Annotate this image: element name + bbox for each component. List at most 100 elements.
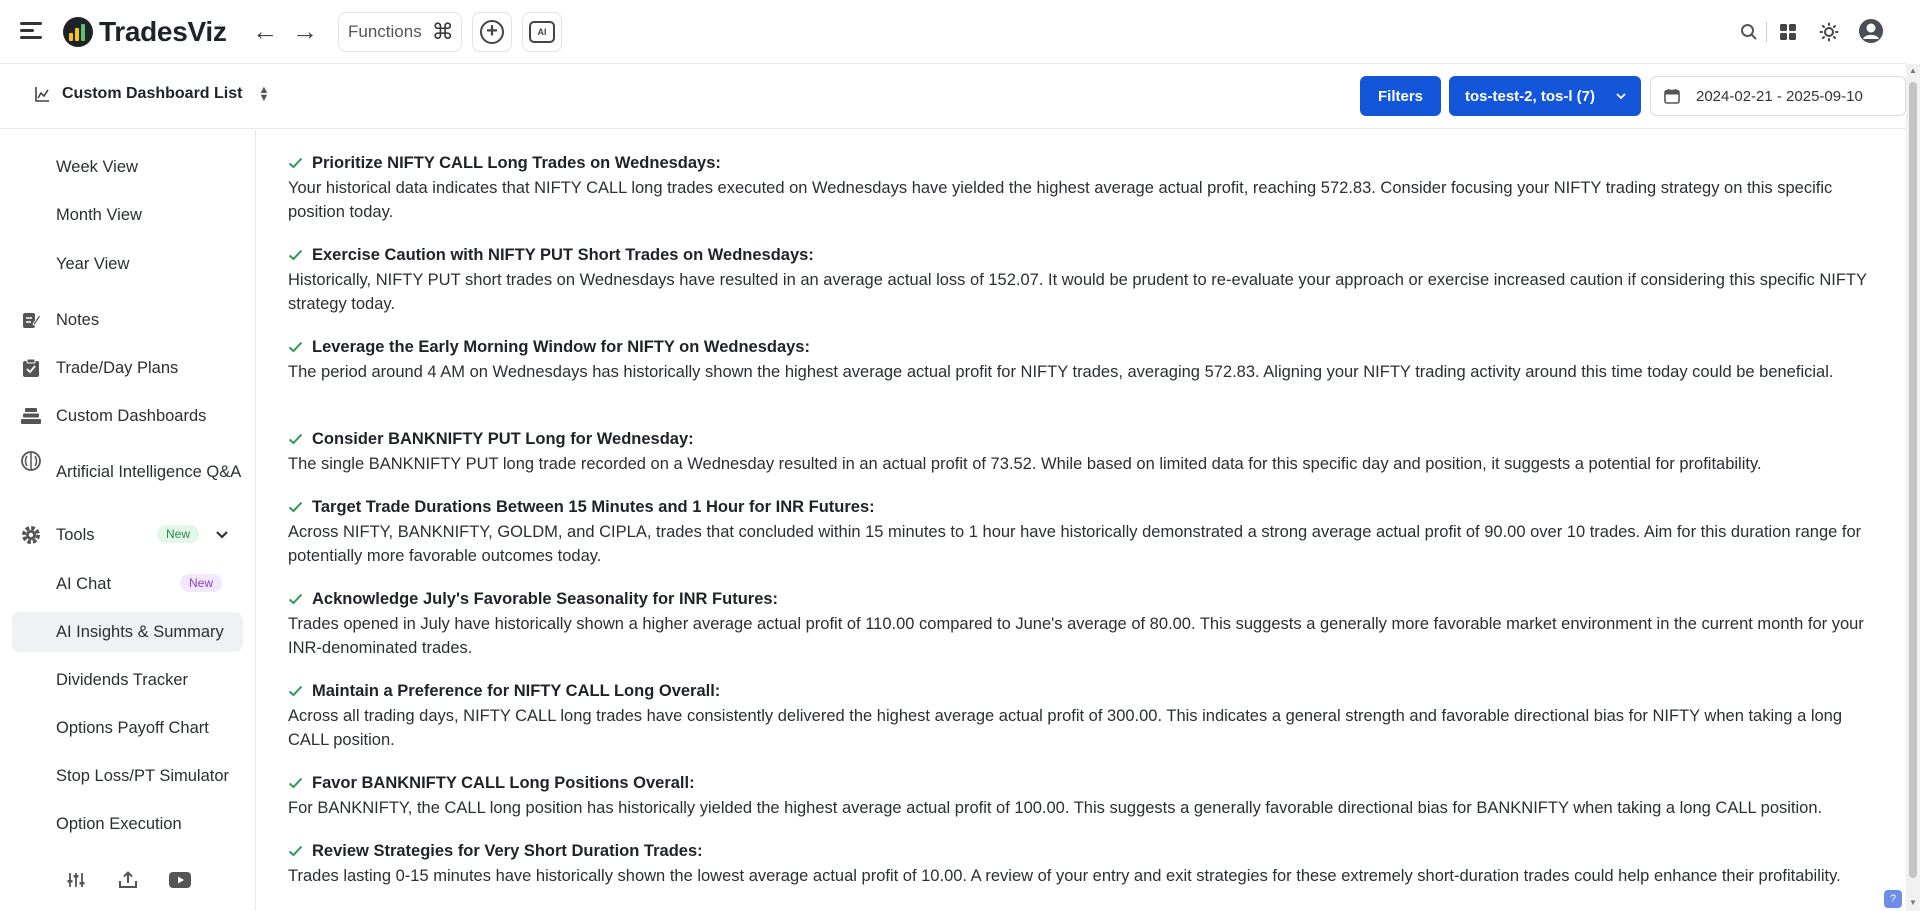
check-icon <box>288 433 303 445</box>
insight-title: Consider BANKNIFTY PUT Long for Wednesda… <box>312 429 694 448</box>
insight-body: Across all trading days, NIFTY CALL long… <box>288 707 1843 749</box>
insight-heading: Target Trade Durations Between 15 Minute… <box>288 496 1878 518</box>
new-badge: New <box>180 574 223 592</box>
sort-updown-icon: ▲ ▼ <box>258 84 270 104</box>
insight-heading: Review Strategies for Very Short Duratio… <box>288 840 1878 862</box>
insight-body: Across NIFTY, BANKNIFTY, GOLDM, and CIPL… <box>288 523 1862 565</box>
sidebar-item-year-view[interactable]: Year View <box>12 244 243 284</box>
logo[interactable]: TradesViz <box>63 16 227 48</box>
youtube-icon[interactable] <box>168 868 192 892</box>
forward-arrow-icon[interactable]: → <box>290 18 320 46</box>
date-range-picker[interactable]: 2024-02-21 - 2025-09-10 <box>1650 76 1906 116</box>
sidebar-item-week-view[interactable]: Week View <box>12 147 243 187</box>
sidebar-item-option-execution[interactable]: Option Execution <box>12 804 243 844</box>
chevron-down-icon <box>1616 93 1626 100</box>
plus-circle-icon: + <box>480 20 504 44</box>
sidebar-item-label: Options Payoff Chart <box>56 718 209 737</box>
brain-icon <box>20 450 42 472</box>
sidebar-item-trade-day-plans[interactable]: Trade/Day Plans <box>12 348 243 388</box>
sidebar-item-label: Month View <box>56 205 142 224</box>
sidebar-item-notes[interactable]: Notes <box>12 300 243 340</box>
scroll-down-arrow-icon[interactable]: ▼ <box>1909 898 1917 907</box>
insight-body: Your historical data indicates that NIFT… <box>288 179 1833 221</box>
scroll-up-arrow-icon[interactable]: ▲ <box>1909 66 1917 75</box>
check-icon <box>288 845 303 857</box>
insight-heading: Acknowledge July's Favorable Seasonality… <box>288 588 1878 610</box>
insight-item: Acknowledge July's Favorable Seasonality… <box>288 588 1878 660</box>
top-header: TradesViz ← → Functions ⌘ + AI <box>0 0 1906 64</box>
scrollbar-thumb[interactable] <box>1909 82 1917 878</box>
command-key-icon: ⌘ <box>431 19 454 44</box>
sidebar-item-stop-loss-pt-simulator[interactable]: Stop Loss/PT Simulator <box>12 756 243 796</box>
functions-button[interactable]: Functions ⌘ <box>338 12 462 52</box>
upload-icon[interactable] <box>116 868 140 892</box>
sun-theme-icon[interactable] <box>1817 20 1841 44</box>
insight-item: Consider BANKNIFTY PUT Long for Wednesda… <box>288 428 1878 476</box>
user-avatar-icon[interactable] <box>1858 19 1884 43</box>
apps-grid-icon[interactable] <box>1776 20 1800 44</box>
accounts-dropdown[interactable]: tos-test-2, tos-l (7) <box>1449 76 1641 116</box>
chevron-down-icon <box>216 531 228 539</box>
insight-heading: Prioritize NIFTY CALL Long Trades on Wed… <box>288 152 1878 174</box>
sidebar-item-ai-qa[interactable]: Artificial Intelligence Q&A <box>12 444 243 500</box>
insight-title: Prioritize NIFTY CALL Long Trades on Wed… <box>312 153 721 172</box>
insight-heading: Leverage the Early Morning Window for NI… <box>288 336 1878 358</box>
insight-body: Historically, NIFTY PUT short trades on … <box>288 271 1867 313</box>
sidebar-item-ai-insights-summary[interactable]: AI Insights & Summary <box>12 612 243 652</box>
header-divider <box>1766 22 1767 42</box>
insight-heading: Consider BANKNIFTY PUT Long for Wednesda… <box>288 428 1878 450</box>
insight-title: Maintain a Preference for NIFTY CALL Lon… <box>312 681 721 700</box>
insight-item: Target Trade Durations Between 15 Minute… <box>288 496 1878 568</box>
insight-title: Leverage the Early Morning Window for NI… <box>312 337 810 356</box>
functions-label: Functions <box>348 22 422 41</box>
ai-chat-button[interactable]: AI <box>522 12 562 52</box>
clipboard-check-icon <box>20 357 42 379</box>
sidebar-item-label: Trade/Day Plans <box>56 358 179 377</box>
sidebar-item-label: Stop Loss/PT Simulator <box>56 766 230 785</box>
sidebar-item-label: Week View <box>56 157 138 176</box>
check-icon <box>288 501 303 513</box>
check-icon <box>288 157 303 169</box>
insight-title: Exercise Caution with NIFTY PUT Short Tr… <box>312 245 814 264</box>
accounts-label: tos-test-2, tos-l (7) <box>1465 87 1596 105</box>
sidebar-item-label: AI Insights & Summary <box>56 622 224 641</box>
insight-item: Review Strategies for Very Short Duratio… <box>288 840 1878 888</box>
insight-body: Trades lasting 0-15 minutes have histori… <box>288 867 1841 885</box>
sidebar-item-dividends-tracker[interactable]: Dividends Tracker <box>12 660 243 700</box>
sidebar-item-options-payoff-chart[interactable]: Options Payoff Chart <box>12 708 243 748</box>
back-arrow-icon[interactable]: ← <box>250 18 280 46</box>
logo-icon <box>63 17 93 47</box>
filters-button[interactable]: Filters <box>1360 76 1441 116</box>
sidebar-item-label: AI Chat <box>56 574 112 593</box>
insight-heading: Favor BANKNIFTY CALL Long Positions Over… <box>288 772 1878 794</box>
logo-text: TradesViz <box>99 16 227 47</box>
sidebar: Week View Month View Year View Notes Tra… <box>0 130 256 911</box>
insight-item: Maintain a Preference for NIFTY CALL Lon… <box>288 680 1878 752</box>
sidebar-item-custom-dashboards[interactable]: Custom Dashboards <box>12 396 243 436</box>
sidebar-item-label: Tools <box>56 525 95 544</box>
insight-item: Exercise Caution with NIFTY PUT Short Tr… <box>288 244 1878 316</box>
calendar-icon <box>1664 89 1680 104</box>
gear-icon <box>20 524 42 546</box>
sidebar-item-month-view[interactable]: Month View <box>12 195 243 235</box>
add-button[interactable]: + <box>472 12 512 52</box>
insight-title: Acknowledge July's Favorable Seasonality… <box>312 589 779 608</box>
sidebar-item-label: Notes <box>56 310 100 329</box>
hamburger-menu-icon[interactable] <box>20 22 42 42</box>
insight-body: For BANKNIFTY, the CALL long position ha… <box>288 799 1823 817</box>
sidebar-item-tools[interactable]: Tools New <box>12 515 243 555</box>
ai-chat-icon: AI <box>529 21 555 43</box>
sliders-icon[interactable] <box>64 868 88 892</box>
search-icon[interactable] <box>1737 20 1761 44</box>
insight-title: Favor BANKNIFTY CALL Long Positions Over… <box>312 773 695 792</box>
custom-dashboard-list-dropdown[interactable]: Custom Dashboard List ▲ ▼ <box>34 84 270 104</box>
sidebar-item-ai-chat[interactable]: AI Chat New <box>12 564 243 604</box>
sidebar-item-label: Dividends Tracker <box>56 670 189 689</box>
dashboard-toolbar: Custom Dashboard List ▲ ▼ Filters tos-tes… <box>0 65 1906 129</box>
page-scrollbar[interactable]: ▲ ▼ <box>1906 64 1920 911</box>
dashboard-list-label: Custom Dashboard List <box>62 85 243 102</box>
sidebar-item-label: Artificial Intelligence Q&A <box>56 463 242 481</box>
insight-heading: Maintain a Preference for NIFTY CALL Lon… <box>288 680 1878 702</box>
insight-title: Target Trade Durations Between 15 Minute… <box>312 497 875 516</box>
help-chat-icon[interactable]: ? <box>1884 890 1902 908</box>
